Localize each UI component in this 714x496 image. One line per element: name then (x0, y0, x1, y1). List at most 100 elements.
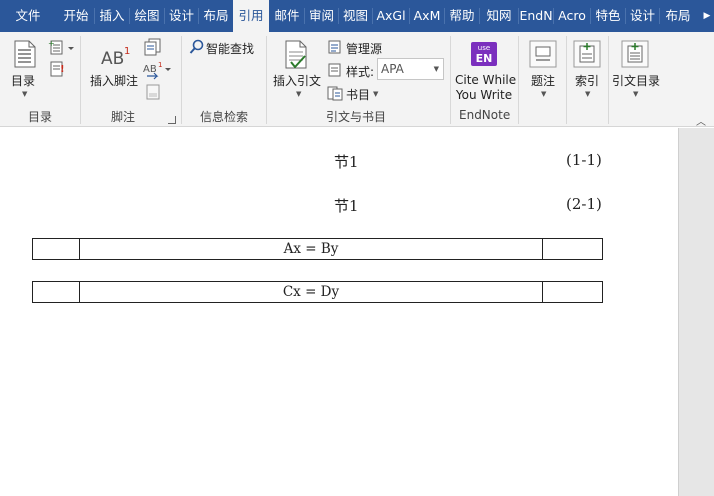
index-label[interactable]: 索引 (575, 72, 599, 89)
ribbon-tab-bar: 文件 开始 插入 绘图 设计 布局 引用 邮件 审阅 视图 AxGl AxM 帮… (0, 0, 714, 33)
chevron-down-icon[interactable]: ▼ (22, 90, 27, 98)
table-cell[interactable] (542, 238, 603, 260)
group-divider (566, 36, 567, 124)
chevron-down-icon[interactable]: ▼ (434, 59, 439, 79)
tab-special[interactable]: 特色 (591, 0, 625, 32)
bibliography-icon[interactable] (327, 85, 345, 104)
svg-text:AB: AB (101, 49, 124, 69)
group-label-endnote: EndNote (459, 108, 511, 122)
equation-table[interactable]: Cx = Dy (32, 281, 603, 303)
tab-help[interactable]: 帮助 (445, 0, 479, 32)
tab-file[interactable]: 文件 (6, 0, 50, 32)
equation-number: (2-1) (566, 195, 602, 213)
group-divider (266, 36, 267, 124)
chevron-down-icon[interactable]: ▼ (585, 90, 590, 98)
show-notes-icon[interactable] (145, 84, 161, 103)
footnote-dialog-launcher-icon[interactable] (168, 116, 176, 124)
table-of-authorities-icon[interactable] (621, 40, 649, 71)
group-divider (518, 36, 519, 124)
cite-while-you-write-line2[interactable]: You Write (455, 88, 513, 102)
group-label-citations: 引文与书目 (326, 110, 387, 124)
style-icon (327, 62, 343, 81)
tab-references[interactable]: 引用 (233, 0, 269, 33)
group-divider (450, 36, 451, 124)
tab-table-design[interactable]: 设计 (626, 0, 659, 32)
footnote-superscript-glyph: 1 (124, 46, 130, 57)
equation-table[interactable]: Ax = By (32, 238, 603, 260)
chevron-down-icon[interactable]: ▼ (373, 90, 378, 98)
collapse-ribbon-icon[interactable]: ︿ (696, 113, 706, 128)
tab-layout[interactable]: 布局 (199, 0, 233, 32)
manage-sources-icon[interactable] (327, 39, 343, 58)
tab-axglyph[interactable]: AxGl (373, 0, 409, 32)
insert-caption-icon[interactable] (529, 40, 557, 71)
endnote-logo-icon[interactable]: use EN (470, 41, 498, 70)
ribbon-references: 目录 ▼ + ! 目录 AB 1 插入脚注 AB 1 脚注 智能查找 信息检索 … (0, 32, 714, 128)
citation-style-select[interactable]: APA ▼ (377, 58, 444, 80)
group-label-research: 信息检索 (200, 110, 249, 124)
tab-design[interactable]: 设计 (165, 0, 198, 32)
tab-axmath[interactable]: AxM (410, 0, 444, 32)
insert-citation-icon[interactable] (283, 40, 311, 73)
equation-number: (1-1) (566, 151, 602, 169)
tab-acrobat[interactable]: Acro (554, 0, 590, 32)
citation-style-value: APA (381, 62, 404, 76)
equation-caption-text: 节1 (334, 197, 359, 215)
group-divider (608, 36, 609, 124)
group-label-toc: 目录 (28, 110, 53, 124)
tab-endnote[interactable]: EndN (519, 0, 553, 32)
tab-mailings[interactable]: 邮件 (270, 0, 304, 32)
smart-lookup-icon[interactable] (189, 39, 205, 58)
equation-caption-row: 节1 (1-1) (0, 151, 678, 173)
svg-text:1: 1 (158, 61, 162, 69)
endnote-logo-main-text: EN (476, 52, 493, 65)
table-of-authorities-label[interactable]: 引文目录 (612, 72, 660, 89)
group-divider (80, 36, 81, 124)
document-page[interactable]: 节1 (1-1) 节1 (2-1) Ax = By Cx = Dy (0, 128, 678, 496)
toc-button-label[interactable]: 目录 (11, 72, 35, 89)
svg-text:1: 1 (124, 46, 130, 57)
more-tabs-arrow-icon[interactable]: ▶ (700, 0, 714, 32)
chevron-down-icon[interactable]: ▼ (296, 90, 301, 98)
table-cell[interactable] (542, 281, 603, 303)
equation-caption-text: 节1 (334, 153, 359, 171)
table-cell[interactable] (32, 281, 80, 303)
chevron-down-icon[interactable]: ▼ (633, 90, 638, 98)
tab-cnki[interactable]: 知网 (480, 0, 518, 32)
next-footnote-icon[interactable]: AB 1 (143, 60, 173, 83)
equation-cell[interactable]: Ax = By (79, 238, 543, 260)
insert-endnote-icon[interactable] (143, 38, 163, 59)
tab-draw[interactable]: 绘图 (130, 0, 164, 32)
tab-table-layout[interactable]: 布局 (660, 0, 696, 32)
table-cell[interactable] (32, 238, 80, 260)
endnote-logo-top-text: use (478, 44, 490, 52)
index-icon[interactable] (573, 40, 601, 71)
footnote-ab-glyph: AB (101, 49, 124, 69)
tab-view[interactable]: 视图 (339, 0, 372, 32)
smart-lookup-label[interactable]: 智能查找 (206, 40, 254, 57)
insert-footnote-label[interactable]: 插入脚注 (90, 72, 138, 89)
cite-while-you-write-line1[interactable]: Cite While (455, 73, 516, 87)
insert-footnote-icon[interactable]: AB 1 (101, 43, 133, 72)
chevron-down-icon[interactable]: ▼ (541, 90, 546, 98)
group-label-footnotes: 脚注 (111, 110, 136, 124)
manage-sources-label[interactable]: 管理源 (346, 40, 382, 57)
insert-citation-label[interactable]: 插入引文 (273, 72, 321, 89)
tab-review[interactable]: 审阅 (305, 0, 338, 32)
vertical-scrollbar[interactable] (678, 128, 714, 496)
style-label: 样式: (346, 65, 375, 79)
update-table-icon[interactable]: ! (48, 60, 68, 81)
table-of-contents-icon[interactable] (13, 40, 37, 71)
table-row: Cx = Dy (32, 281, 603, 303)
table-row: Ax = By (32, 238, 603, 260)
tab-home[interactable]: 开始 (57, 0, 95, 32)
equation-cell[interactable]: Cx = Dy (79, 281, 543, 303)
svg-text:!: ! (60, 64, 65, 75)
tab-insert[interactable]: 插入 (95, 0, 129, 32)
svg-text:use: use (478, 44, 490, 52)
add-text-icon[interactable]: + (48, 39, 76, 58)
equation-caption-row: 节1 (2-1) (0, 195, 678, 217)
bibliography-label[interactable]: 书目 (346, 86, 370, 103)
insert-caption-label[interactable]: 题注 (531, 72, 555, 89)
next-footnote-superscript-glyph: 1 (158, 61, 162, 69)
